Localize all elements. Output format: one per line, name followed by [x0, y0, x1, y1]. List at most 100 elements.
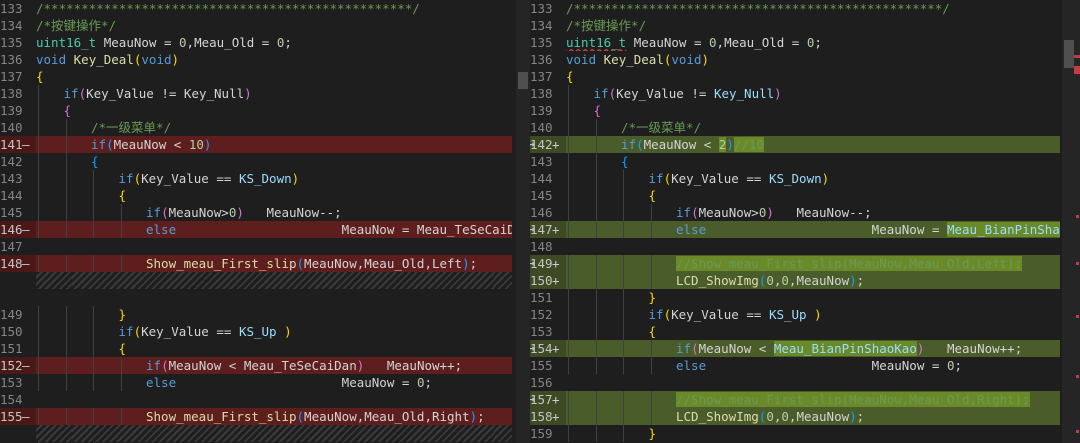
code-text[interactable] [566, 238, 1060, 255]
inserted-line[interactable]: 150 + LCD_ShowImg(0,0,MeauNow); [530, 272, 1078, 289]
code-line[interactable]: 142 { [0, 153, 530, 170]
code-line[interactable]: 156 [530, 374, 1078, 391]
code-text[interactable]: else MeauNow = 0; [36, 374, 512, 391]
code-line[interactable]: 150 if(Key_Value == KS_Up ) [0, 323, 530, 340]
code-line[interactable]: 136 void Key_Deal(void) [530, 51, 1078, 68]
code-line[interactable]: 151} [530, 289, 1078, 306]
deleted-line[interactable]: 152— if(MeauNow < Meau_TeSeCaiDan) MeauNo… [0, 357, 530, 374]
code-line[interactable]: 139 { [530, 102, 1078, 119]
inserted-line[interactable]: → 154 + if(MeauNow < Meau_BianPinShaoKao) M… [530, 340, 1078, 357]
code-line[interactable]: 133 /************************************… [0, 0, 530, 17]
code-line[interactable]: 136 void Key_Deal(void) [0, 51, 530, 68]
code-line[interactable]: 148 [530, 238, 1078, 255]
inserted-line[interactable]: 158 + LCD_ShowImg(0,0,MeauNow); [530, 408, 1078, 425]
code-text[interactable]: uint16_t MeauNow = 0,Meau_Old = 0; [36, 34, 512, 51]
left-scrollbar-track[interactable] [516, 0, 530, 443]
revert-arrow-icon[interactable]: → [530, 340, 538, 357]
code-text[interactable]: } [566, 289, 1060, 306]
code-text[interactable]: if(Key_Value != Key_Null) [566, 85, 1060, 102]
code-line[interactable]: 145 if(MeauNow>0) MeauNow--; [0, 204, 530, 221]
left-scrollbar-thumb[interactable] [518, 72, 528, 89]
code-text[interactable]: uint16_t MeauNow = 0,Meau_Old = 0; [566, 34, 1060, 51]
deleted-line[interactable]: 148— Show_meau_First_slip(MeauNow,Meau_Ol… [0, 255, 530, 272]
code-text[interactable]: if(Key_Value == KS_Up ) [36, 323, 512, 340]
code-line[interactable]: 152 if(Key_Value == KS_Up ) [530, 306, 1078, 323]
code-text[interactable]: if(MeauNow>0) MeauNow--; [36, 204, 512, 221]
code-line[interactable]: 140 /*一级菜单*/ [530, 119, 1078, 136]
code-text[interactable]: void Key_Deal(void) [566, 51, 1060, 68]
code-text[interactable]: } [36, 306, 512, 323]
revert-arrow-icon[interactable]: → [530, 221, 538, 238]
code-text[interactable]: /*按键操作*/ [566, 17, 1060, 34]
code-text[interactable]: LCD_ShowImg(0,0,MeauNow); [566, 272, 1060, 289]
code-line[interactable]: 153 else MeauNow = 0; [0, 374, 530, 391]
code-line[interactable]: 137 { [0, 68, 530, 85]
code-line[interactable]: 135 uint16_t MeauNow = 0,Meau_Old = 0; [530, 34, 1078, 51]
code-line[interactable]: 137 { [530, 68, 1078, 85]
code-line[interactable]: 133 /************************************… [530, 0, 1078, 17]
code-text[interactable]: else MeauNow = 0; [566, 357, 1060, 374]
code-text[interactable]: { [36, 187, 512, 204]
code-line[interactable]: 149} [0, 306, 530, 323]
code-text[interactable]: if(Key_Value == KS_Down) [36, 170, 512, 187]
code-line[interactable]: 138 if(Key_Value != Key_Null) [0, 85, 530, 102]
deleted-line[interactable]: 146— else MeauNow = Meau_TeSeCaiDan; [0, 221, 530, 238]
code-text[interactable]: else MeauNow = Meau_TeSeCaiDan; [36, 221, 512, 238]
code-text[interactable]: /***************************************… [566, 0, 1060, 17]
modified-pane[interactable]: 133 /************************************… [530, 0, 1078, 443]
code-line[interactable] [0, 289, 530, 306]
deleted-line[interactable]: 141— if(MeauNow < 10) [0, 136, 530, 153]
code-text[interactable]: Show_meau_First_slip(MeauNow,Meau_Old,Ri… [36, 408, 512, 425]
inserted-line[interactable]: → 149 + //Show_meau_First_slip(MeauNow,Meau… [530, 255, 1078, 272]
code-line[interactable]: 144 { [0, 187, 530, 204]
code-text[interactable]: if(MeauNow < 10) [36, 136, 512, 153]
code-line[interactable]: 144 if(Key_Value == KS_Down) [530, 170, 1078, 187]
code-text[interactable]: } [566, 425, 1060, 442]
code-text[interactable]: { [36, 153, 512, 170]
code-text[interactable]: //Show_meau_First_slip(MeauNow,Meau_Old,… [566, 391, 1060, 408]
code-text[interactable]: Show_meau_First_slip(MeauNow,Meau_Old,Le… [36, 255, 512, 272]
code-text[interactable]: { [566, 323, 1060, 340]
code-line[interactable]: 159} [530, 425, 1078, 442]
inserted-line[interactable]: → 142 + if(MeauNow < 2)//10 [530, 136, 1078, 153]
code-text[interactable]: /*一级菜单*/ [36, 119, 512, 136]
original-pane[interactable]: 133 /************************************… [0, 0, 530, 443]
code-text[interactable]: //Show_meau_First_slip(MeauNow,Meau_Old,… [566, 255, 1060, 272]
code-text[interactable]: LCD_ShowImg(0,0,MeauNow); [566, 408, 1060, 425]
code-text[interactable]: { [566, 102, 1060, 119]
code-text[interactable]: /***************************************… [36, 0, 512, 17]
code-text[interactable]: void Key_Deal(void) [36, 51, 512, 68]
diff-filler[interactable] [36, 425, 512, 442]
code-text[interactable]: if(MeauNow < 2)//10 [566, 136, 1060, 153]
revert-arrow-icon[interactable]: → [530, 391, 538, 408]
code-line[interactable]: 154 [0, 391, 530, 408]
code-line[interactable]: 147 [0, 238, 530, 255]
diff-filler[interactable] [36, 272, 512, 289]
code-text[interactable] [36, 391, 512, 408]
code-text[interactable]: /*一级菜单*/ [566, 119, 1060, 136]
code-line[interactable]: 134 /*按键操作*/ [530, 17, 1078, 34]
deleted-line[interactable]: 155— Show_meau_First_slip(MeauNow,Meau_Ol… [0, 408, 530, 425]
code-text[interactable]: { [36, 340, 512, 357]
code-text[interactable]: if(Key_Value == KS_Up ) [566, 306, 1060, 323]
code-line[interactable]: 138 if(Key_Value != Key_Null) [530, 85, 1078, 102]
code-line[interactable]: 135 uint16_t MeauNow = 0,Meau_Old = 0; [0, 34, 530, 51]
code-text[interactable] [36, 289, 512, 306]
code-line[interactable]: 139 { [0, 102, 530, 119]
code-text[interactable]: if(MeauNow < Meau_BianPinShaoKao) MeauNo… [566, 340, 1060, 357]
revert-arrow-icon[interactable]: → [530, 255, 538, 272]
code-line[interactable]: 151 { [0, 340, 530, 357]
code-line[interactable]: 145 { [530, 187, 1078, 204]
code-line[interactable]: 155 else MeauNow = 0; [530, 357, 1078, 374]
inserted-line[interactable]: → 157 + //Show_meau_First_slip(MeauNow,Meau… [530, 391, 1078, 408]
revert-arrow-icon[interactable]: → [530, 136, 538, 153]
code-line[interactable]: 153 { [530, 323, 1078, 340]
code-text[interactable]: { [566, 153, 1060, 170]
code-line[interactable]: 140 /*一级菜单*/ [0, 119, 530, 136]
code-text[interactable]: if(MeauNow < Meau_TeSeCaiDan) MeauNow++; [36, 357, 512, 374]
code-line[interactable]: 146 if(MeauNow>0) MeauNow--; [530, 204, 1078, 221]
code-text[interactable] [566, 374, 1060, 391]
code-text[interactable]: if(MeauNow>0) MeauNow--; [566, 204, 1060, 221]
code-line[interactable]: 143 { [530, 153, 1078, 170]
code-text[interactable]: { [36, 102, 512, 119]
